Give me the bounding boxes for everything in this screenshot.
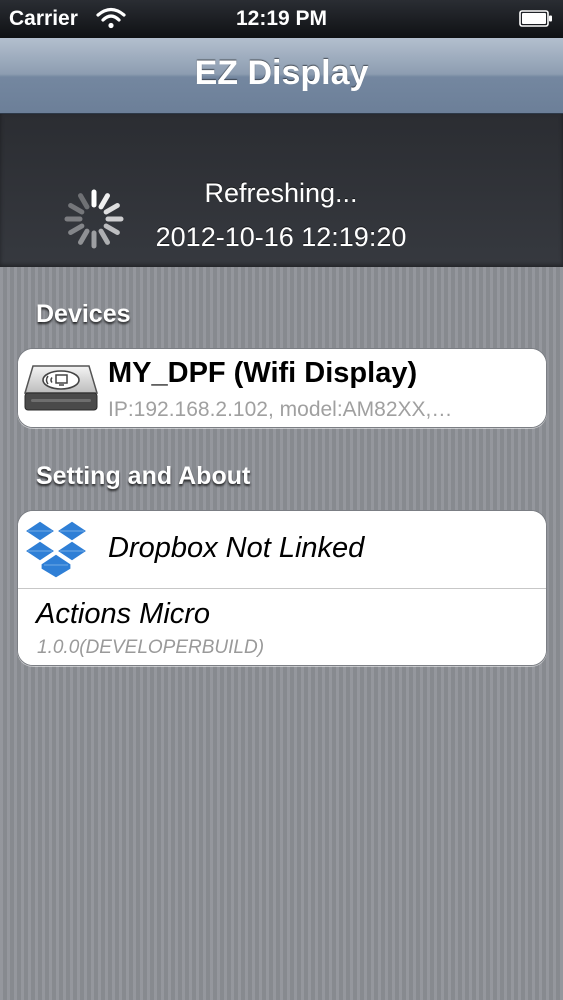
settings-group: Dropbox Not Linked Actions Micro 1.0.0(D…: [17, 510, 547, 666]
dropbox-icon: [23, 520, 89, 579]
device-name: MY_DPF (Wifi Display): [108, 357, 418, 389]
status-bar: Carrier 12:19 PM: [0, 0, 563, 38]
navigation-bar: EZ Display: [0, 38, 563, 114]
page-title: EZ Display: [194, 54, 369, 92]
settings-section-header: Setting and About: [36, 462, 251, 490]
devices-section-header: Devices: [36, 300, 131, 328]
about-company-name: Actions Micro: [36, 598, 211, 630]
last-refresh-timestamp: 2012-10-16 12:19:20: [155, 222, 407, 252]
device-detail: IP:192.168.2.102, model:AM82XX,…: [108, 398, 453, 421]
device-cell[interactable]: MY_DPF (Wifi Display) IP:192.168.2.102, …: [18, 349, 546, 427]
spinner-icon: [64, 189, 124, 249]
about-version: 1.0.0(DEVELOPERBUILD): [37, 637, 265, 658]
about-cell[interactable]: Actions Micro 1.0.0(DEVELOPERBUILD): [18, 588, 546, 665]
devices-group: MY_DPF (Wifi Display) IP:192.168.2.102, …: [17, 348, 547, 428]
refresh-status-label: Refreshing...: [204, 178, 358, 208]
dropbox-status-label: Dropbox Not Linked: [108, 532, 365, 564]
battery-icon: [519, 10, 552, 27]
dropbox-cell[interactable]: Dropbox Not Linked: [18, 511, 546, 588]
status-time: 12:19 PM: [235, 7, 328, 30]
wifi-display-drive-icon: [23, 365, 99, 411]
